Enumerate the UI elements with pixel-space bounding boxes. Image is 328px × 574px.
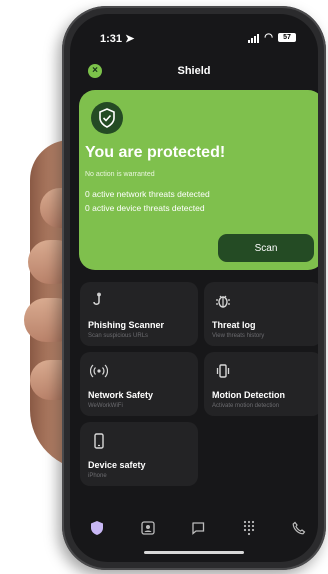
- card-subtitle: WeWorkWiFi: [88, 403, 123, 409]
- motion-detection-card[interactable]: Motion Detection Activate motion detecti…: [204, 352, 318, 416]
- phone-screen: 1:31 ➤ ◠ 57 × Shield You are protected! …: [70, 14, 318, 562]
- card-label: Threat log: [212, 320, 256, 330]
- card-label: Network Safety: [88, 390, 154, 400]
- card-subtitle: View threats history: [212, 333, 265, 339]
- threat-log-card[interactable]: Threat log View threats history: [204, 282, 318, 346]
- messages-icon: [192, 522, 205, 535]
- phone-frame: 1:31 ➤ ◠ 57 × Shield You are protected! …: [62, 6, 326, 570]
- app-header: × Shield: [70, 64, 318, 82]
- hook-icon: [93, 292, 101, 305]
- card-label: Motion Detection: [212, 390, 285, 400]
- page-title: Shield: [177, 65, 211, 77]
- shield-icon: [91, 521, 103, 535]
- card-subtitle: iPhone: [88, 473, 107, 479]
- tab-bar: [86, 518, 310, 538]
- tab-phone[interactable]: [288, 518, 310, 538]
- phishing-scanner-card[interactable]: Phishing Scanner Scan suspicious URLs: [80, 282, 198, 346]
- device-safety-card[interactable]: Device safety iPhone: [80, 422, 198, 486]
- tab-contacts[interactable]: [137, 518, 159, 538]
- broadcast-icon: [90, 364, 108, 378]
- card-subtitle: Scan suspicious URLs: [88, 333, 149, 339]
- status-icons: ◠ 57: [248, 32, 296, 43]
- protection-status-card: You are protected! No action is warrante…: [79, 90, 318, 270]
- home-indicator[interactable]: [144, 551, 244, 554]
- status-time: 1:31 ➤: [100, 33, 135, 45]
- card-label: Phishing Scanner: [88, 320, 165, 330]
- contacts-icon: [140, 521, 155, 535]
- card-subtitle: Activate motion detection: [212, 403, 280, 409]
- vibrate-icon: [216, 364, 230, 378]
- card-label: Device safety: [88, 460, 146, 470]
- battery-icon: 57: [278, 33, 296, 42]
- tab-messages[interactable]: [187, 518, 209, 538]
- keypad-icon: [243, 520, 254, 536]
- shield-check-icon: [91, 102, 123, 134]
- status-message: No action is warranted: [85, 171, 155, 178]
- wifi-icon: ◠: [264, 32, 273, 43]
- bug-icon: [216, 295, 230, 308]
- scan-button[interactable]: Scan: [218, 234, 314, 262]
- network-threats-text: 0 active network threats detected: [85, 189, 210, 199]
- tab-keypad[interactable]: [238, 518, 260, 538]
- tab-shield[interactable]: [86, 518, 108, 538]
- phone-call-icon: [292, 521, 306, 535]
- device-threats-text: 0 active device threats detected: [85, 203, 205, 213]
- phone-icon: [94, 433, 104, 449]
- protection-heading: You are protected!: [85, 144, 226, 161]
- signal-icon: [248, 33, 260, 43]
- network-safety-card[interactable]: Network Safety WeWorkWiFi: [80, 352, 198, 416]
- status-bar: 1:31 ➤ ◠ 57: [100, 32, 296, 48]
